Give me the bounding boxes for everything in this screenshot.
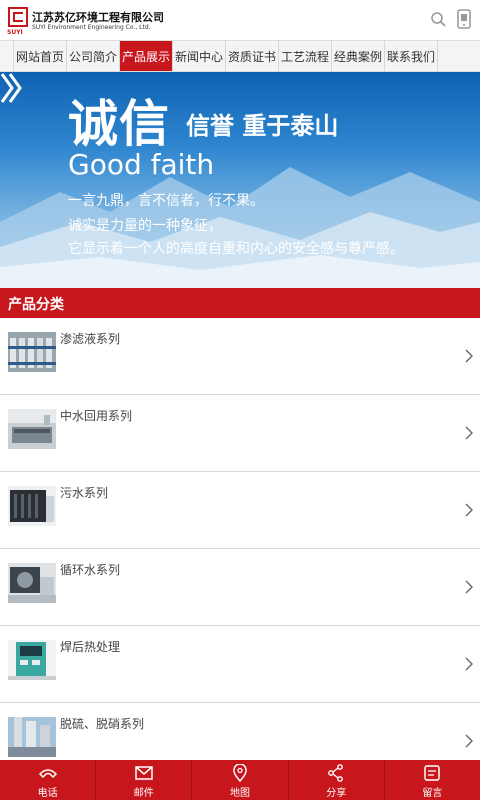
footer-label: 地图: [230, 788, 250, 799]
footer-mail-button[interactable]: 邮件: [96, 760, 193, 800]
list-item-label: 脱硫、脱硝系列: [60, 717, 145, 731]
chevron-right-icon: [465, 349, 473, 363]
footer-label: 邮件: [133, 788, 154, 799]
list-item[interactable]: 渗滤液系列: [0, 318, 480, 395]
phone-icon: [38, 769, 57, 779]
footer-label: 电话: [37, 788, 58, 799]
share-icon: [328, 764, 344, 782]
nav-edge-left: [0, 41, 14, 71]
nav-item-about[interactable]: 公司简介: [67, 41, 120, 71]
product-thumbnail: [8, 640, 56, 680]
footer-label: 分享: [326, 788, 347, 799]
chevron-right-icon: [465, 734, 473, 748]
nav-edge-right: [438, 41, 480, 71]
product-thumbnail: [8, 409, 56, 449]
list-item[interactable]: 污水系列: [0, 472, 480, 549]
list-item[interactable]: 中水回用系列: [0, 395, 480, 472]
category-title: 产品分类: [8, 297, 64, 313]
hero-banner[interactable]: 诚信 信誉 重于泰山 Good faith 一言九鼎，言不信者，行不果。 诚实是…: [0, 72, 480, 288]
banner-line-3: 它显示着一个人的高度自重和内心的安全感与尊严感。: [68, 241, 404, 257]
category-header: 产品分类: [0, 288, 480, 318]
logo-mark: SUYI: [7, 29, 23, 36]
nav-item-news[interactable]: 新闻中心: [173, 41, 226, 71]
list-item-label: 污水系列: [60, 486, 109, 500]
banner-headline: 诚信: [68, 94, 170, 153]
list-item[interactable]: 焊后热处理: [0, 626, 480, 703]
chevron-right-icon: [465, 657, 473, 671]
footer-share-button[interactable]: 分享: [289, 760, 385, 800]
product-thumbnail: [8, 563, 56, 603]
mobile-phone-icon[interactable]: [457, 9, 471, 29]
nav-item-home[interactable]: 网站首页: [14, 41, 67, 71]
bottom-toolbar: 电话 邮件 地图 分享 留言: [0, 760, 480, 800]
main-nav: 网站首页 公司简介 产品展示 新闻中心 资质证书 工艺流程 经典案例 联系我们: [0, 40, 480, 72]
header: SUYI 江苏苏亿环境工程有限公司 SUYI Environment Engin…: [0, 0, 480, 40]
footer-message-button[interactable]: 留言: [385, 760, 480, 800]
footer-phone-button[interactable]: 电话: [0, 760, 97, 800]
chevron-right-icon: [465, 503, 473, 517]
logo-icon[interactable]: [8, 7, 28, 27]
chevron-right-icon: [465, 580, 473, 594]
list-item-label: 中水回用系列: [60, 409, 133, 423]
search-icon[interactable]: [430, 11, 446, 27]
mail-icon: [135, 766, 153, 780]
list-item-label: 循环水系列: [60, 563, 121, 577]
message-icon: [424, 765, 441, 781]
company-name-english: SUYI Environment Engineering Co., Ltd.: [32, 24, 151, 31]
banner-line-1: 一言九鼎，言不信者，行不果。: [68, 193, 264, 209]
nav-item-certificates[interactable]: 资质证书: [226, 41, 279, 71]
product-thumbnail: [8, 332, 56, 372]
product-thumbnail: [8, 717, 56, 757]
nav-item-products[interactable]: 产品展示: [120, 41, 173, 71]
company-name[interactable]: 江苏苏亿环境工程有限公司: [32, 9, 164, 25]
banner-english: Good faith: [68, 148, 215, 181]
product-thumbnail: [8, 486, 56, 526]
nav-item-contact[interactable]: 联系我们: [385, 41, 438, 71]
chevron-right-decoration-icon: [0, 73, 22, 103]
nav-item-cases[interactable]: 经典案例: [332, 41, 385, 71]
footer-label: 留言: [422, 788, 443, 799]
product-category-list: 渗滤液系列 中水回用系列 污水系列 循环水系列 焊后热处理 脱硫、脱硝系列: [0, 318, 480, 780]
banner-line-2: 诚实是力量的一种象征，: [68, 218, 222, 234]
banner-slogan: 信誉 重于泰山: [186, 112, 339, 140]
list-item-label: 渗滤液系列: [60, 332, 121, 346]
list-item-label: 焊后热处理: [60, 640, 121, 654]
nav-item-process[interactable]: 工艺流程: [279, 41, 332, 71]
chevron-right-icon: [465, 426, 473, 440]
list-item[interactable]: 循环水系列: [0, 549, 480, 626]
map-pin-icon: [233, 764, 247, 782]
footer-map-button[interactable]: 地图: [192, 760, 289, 800]
